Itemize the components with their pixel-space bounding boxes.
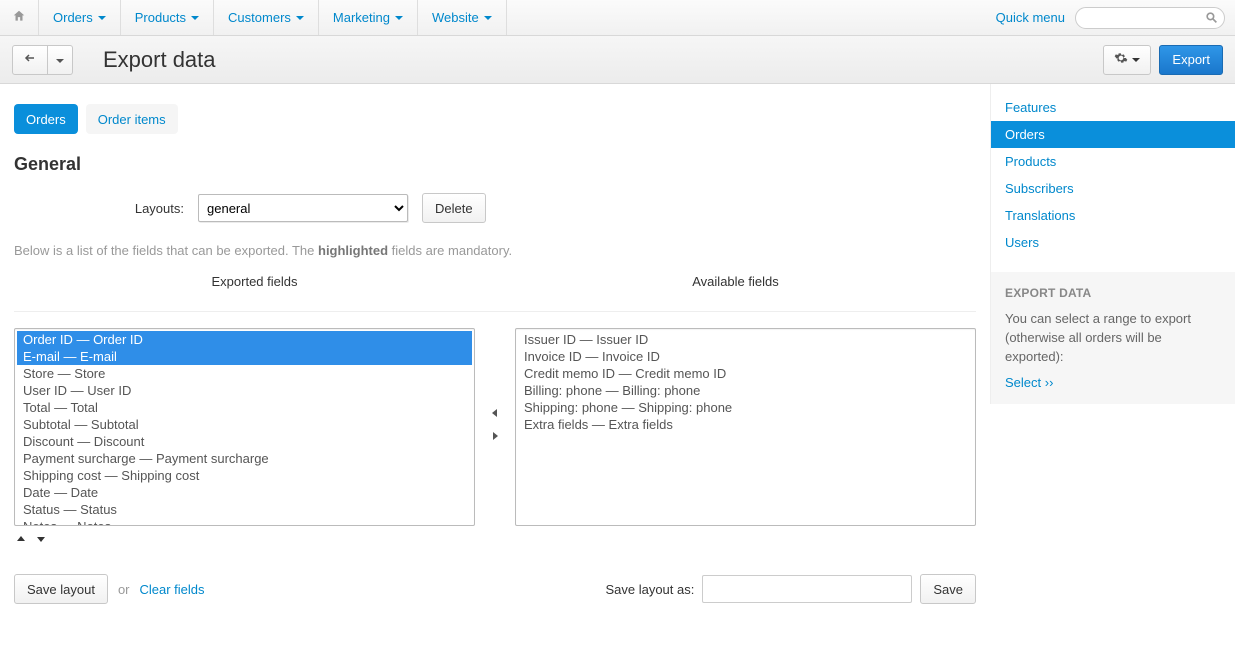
list-item[interactable]: Billing: phone — Billing: phone xyxy=(518,382,973,399)
help-text: Below is a list of the fields that can b… xyxy=(14,243,976,258)
list-item[interactable]: Shipping: phone — Shipping: phone xyxy=(518,399,973,416)
home-icon xyxy=(12,9,26,26)
available-fields-list[interactable]: Issuer ID — Issuer IDInvoice ID — Invoic… xyxy=(515,328,976,526)
sidebar-item-users[interactable]: Users xyxy=(991,229,1235,256)
layouts-select[interactable]: general xyxy=(198,194,408,222)
list-item[interactable]: Notes — Notes xyxy=(17,518,472,526)
nav-item-label: Customers xyxy=(228,10,291,25)
move-buttons xyxy=(475,328,515,526)
export-button[interactable]: Export xyxy=(1159,45,1223,75)
global-search xyxy=(1075,7,1225,29)
layouts-label: Layouts: xyxy=(14,201,184,216)
footer-controls: Save layout or Clear fields Save layout … xyxy=(14,574,976,604)
list-item[interactable]: Date — Date xyxy=(17,484,472,501)
back-button-group xyxy=(12,45,73,75)
nav-item-label: Products xyxy=(135,10,186,25)
nav-item-customers[interactable]: Customers xyxy=(214,0,319,35)
sidebar-block-title: EXPORT DATA xyxy=(1005,286,1221,300)
or-text: or xyxy=(118,582,130,597)
caret-down-icon xyxy=(484,16,492,20)
nav-home[interactable] xyxy=(0,0,39,35)
list-item[interactable]: User ID — User ID xyxy=(17,382,472,399)
back-dropdown-button[interactable] xyxy=(48,45,73,75)
exported-fields-list[interactable]: Order ID — Order IDE-mail — E-mailStore … xyxy=(14,328,475,526)
move-up-button[interactable] xyxy=(14,532,28,548)
sidebar: FeaturesOrdersProductsSubscribersTransla… xyxy=(990,84,1235,404)
sidebar-item-products[interactable]: Products xyxy=(991,148,1235,175)
divider xyxy=(14,311,976,312)
move-left-button[interactable] xyxy=(489,406,501,425)
nav-item-website[interactable]: Website xyxy=(418,0,507,35)
sidebar-item-orders[interactable]: Orders xyxy=(991,121,1235,148)
save-layout-button[interactable]: Save layout xyxy=(14,574,108,604)
dual-list: Order ID — Order IDE-mail — E-mailStore … xyxy=(14,328,976,526)
list-item[interactable]: Extra fields — Extra fields xyxy=(518,416,973,433)
tabs: Orders Order items xyxy=(14,104,976,134)
settings-dropdown-button[interactable] xyxy=(1103,45,1151,75)
top-nav-left: Orders Products Customers Marketing Webs… xyxy=(0,0,507,35)
caret-down-icon xyxy=(98,16,106,20)
back-button[interactable] xyxy=(12,45,48,75)
tab-orders[interactable]: Orders xyxy=(14,104,78,134)
sidebar-item-translations[interactable]: Translations xyxy=(991,202,1235,229)
nav-item-marketing[interactable]: Marketing xyxy=(319,0,418,35)
list-item[interactable]: Total — Total xyxy=(17,399,472,416)
list-item[interactable]: Status — Status xyxy=(17,501,472,518)
caret-down-icon xyxy=(296,16,304,20)
nav-item-products[interactable]: Products xyxy=(121,0,214,35)
top-nav: Orders Products Customers Marketing Webs… xyxy=(0,0,1235,36)
list-item[interactable]: Subtotal — Subtotal xyxy=(17,416,472,433)
nav-item-label: Marketing xyxy=(333,10,390,25)
top-nav-right: Quick menu xyxy=(986,0,1235,35)
page-header: Export data Export xyxy=(0,36,1235,84)
layouts-row: Layouts: general Delete xyxy=(14,193,976,223)
list-item[interactable]: Credit memo ID — Credit memo ID xyxy=(518,365,973,382)
delete-layout-button[interactable]: Delete xyxy=(422,193,486,223)
tab-order-items[interactable]: Order items xyxy=(86,104,178,134)
arrow-left-icon xyxy=(23,52,37,67)
clear-fields-link[interactable]: Clear fields xyxy=(140,582,205,597)
global-search-input[interactable] xyxy=(1075,7,1225,29)
reorder-controls xyxy=(14,532,976,548)
exported-fields-header: Exported fields xyxy=(14,268,495,305)
nav-item-orders[interactable]: Orders xyxy=(39,0,121,35)
save-layout-as-label: Save layout as: xyxy=(605,582,694,597)
caret-down-icon xyxy=(1132,58,1140,62)
list-item[interactable]: Issuer ID — Issuer ID xyxy=(518,331,973,348)
list-item[interactable]: Invoice ID — Invoice ID xyxy=(518,348,973,365)
list-item[interactable]: Order ID — Order ID xyxy=(17,331,472,348)
sidebar-select-range-link[interactable]: Select ›› xyxy=(1005,375,1053,390)
move-right-button[interactable] xyxy=(489,429,501,448)
caret-down-icon xyxy=(395,16,403,20)
sidebar-export-block: EXPORT DATA You can select a range to ex… xyxy=(991,272,1235,404)
sidebar-nav: FeaturesOrdersProductsSubscribersTransla… xyxy=(991,94,1235,256)
save-layout-as-input[interactable] xyxy=(702,575,912,603)
caret-down-icon xyxy=(56,59,64,63)
sidebar-item-subscribers[interactable]: Subscribers xyxy=(991,175,1235,202)
gear-icon xyxy=(1114,51,1128,68)
list-item[interactable]: E-mail — E-mail xyxy=(17,348,472,365)
list-item[interactable]: Shipping cost — Shipping cost xyxy=(17,467,472,484)
available-fields-header: Available fields xyxy=(495,268,976,305)
main-content: Orders Order items General Layouts: gene… xyxy=(0,84,990,634)
page-title: Export data xyxy=(103,47,216,73)
list-item[interactable]: Discount — Discount xyxy=(17,433,472,450)
caret-down-icon xyxy=(191,16,199,20)
section-heading-general: General xyxy=(14,154,976,175)
save-button[interactable]: Save xyxy=(920,574,976,604)
nav-item-label: Website xyxy=(432,10,479,25)
nav-item-label: Orders xyxy=(53,10,93,25)
move-down-button[interactable] xyxy=(34,532,48,548)
list-item[interactable]: Payment surcharge — Payment surcharge xyxy=(17,450,472,467)
quick-menu-link[interactable]: Quick menu xyxy=(996,10,1065,25)
dual-list-headers: Exported fields Available fields xyxy=(14,268,976,305)
list-item[interactable]: Store — Store xyxy=(17,365,472,382)
sidebar-item-features[interactable]: Features xyxy=(991,94,1235,121)
sidebar-block-text: You can select a range to export (otherw… xyxy=(1005,310,1221,367)
